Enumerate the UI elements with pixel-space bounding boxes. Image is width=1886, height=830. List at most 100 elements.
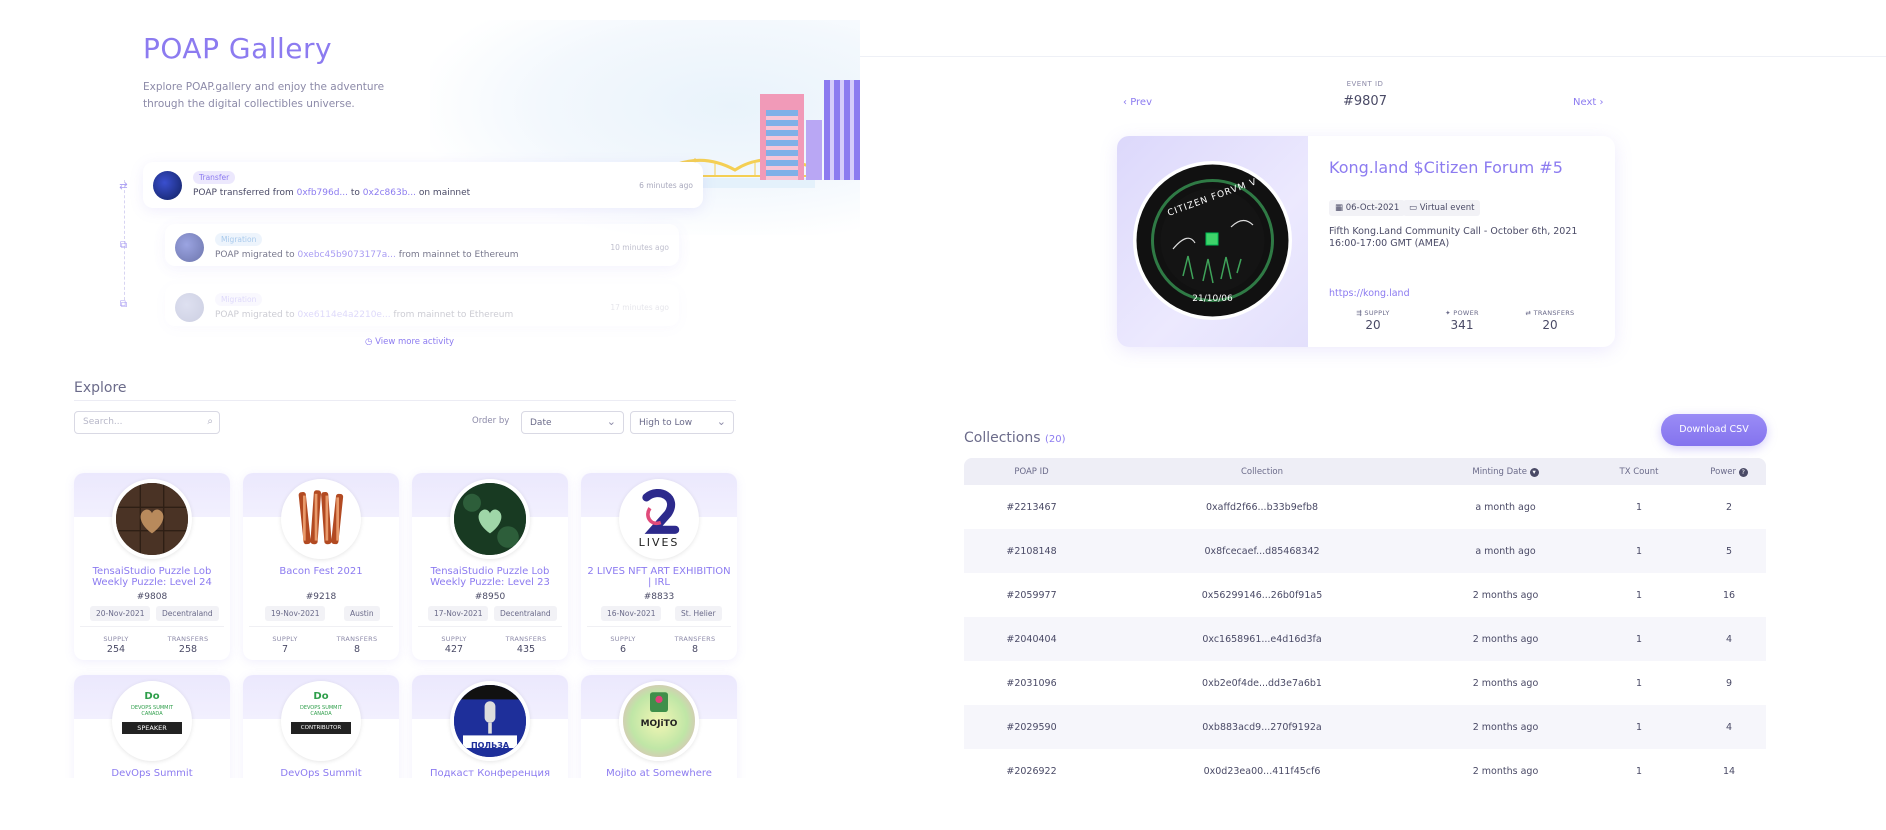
event-id: #9807 xyxy=(1343,94,1387,109)
power-cell: 4 xyxy=(1725,721,1733,733)
poap-name[interactable]: TensaiStudio Puzzle Lob Weekly Puzzle: L… xyxy=(418,566,562,588)
poap-image: Do DEVOPS SUMMIT CANADA CONTRIBUTOR xyxy=(281,681,361,761)
view-more-activity-link[interactable]: ◷ View more activity xyxy=(365,337,454,347)
poap-id-cell[interactable]: #2026922 xyxy=(964,766,1099,777)
poap-card[interactable]: LIVES 2 LIVES NFT ART EXHIBITION | IRL #… xyxy=(581,473,737,660)
activity-text: POAP migrated to 0xebc45b9073177a... fro… xyxy=(215,250,519,260)
poap-name[interactable]: Подкаст Конференция xyxy=(418,768,562,778)
activity-item[interactable]: Migration POAP migrated to 0xe6114e4a221… xyxy=(165,284,679,326)
chevron-right-icon: › xyxy=(1599,97,1604,108)
prev-event-button[interactable]: ‹ Prev xyxy=(1123,97,1152,108)
poap-card[interactable]: TensaiStudio Puzzle Lob Weekly Puzzle: L… xyxy=(74,473,230,660)
table-row[interactable]: #2108148 0x8fcecaef...d85468342 a month ag… xyxy=(964,529,1766,573)
poap-id-cell[interactable]: #2029590 xyxy=(964,722,1099,733)
poap-card[interactable]: TensaiStudio Puzzle Lob Weekly Puzzle: L… xyxy=(412,473,568,660)
order-field-select[interactable]: Date ⌄ xyxy=(521,411,624,434)
column-header-power[interactable]: Power ? xyxy=(1692,467,1766,477)
address-link[interactable]: 0x2c863b... xyxy=(363,188,416,198)
poap-image: LIVES xyxy=(619,479,699,559)
column-header-minting-date[interactable]: Minting Date ▾ xyxy=(1425,467,1586,477)
poap-name[interactable]: Mojito at Somewhere xyxy=(587,768,731,778)
badge-date: 21/10/06 xyxy=(1192,294,1233,304)
poap-card[interactable]: MOJiTO Mojito at Somewhere xyxy=(581,675,737,778)
laptop-icon: ▭ xyxy=(1409,203,1418,213)
collection-cell[interactable]: 0xaffd2f66...b33b9efb8 xyxy=(1099,502,1425,513)
date-chip: 17-Nov-2021 xyxy=(428,606,489,621)
poap-card[interactable]: Do DEVOPS SUMMIT CANADA SPEAKER DevOps S… xyxy=(74,675,230,778)
table-row[interactable]: #2031096 0xb2e0f4de...dd3e7a6b1 2 months a… xyxy=(964,661,1766,705)
poap-card[interactable]: Do DEVOPS SUMMIT CANADA CONTRIBUTOR DevO… xyxy=(243,675,399,778)
power-cell: 5 xyxy=(1725,545,1733,557)
column-header-poap-id[interactable]: POAP ID xyxy=(964,467,1099,477)
activity-item[interactable]: Migration POAP migrated to 0xebc45b90731… xyxy=(165,224,679,266)
event-date-chip: ▦ 06-Oct-2021 xyxy=(1329,200,1406,216)
table-row[interactable]: #2029590 0xb883acd9...270f9192a 2 months a… xyxy=(964,705,1766,749)
supply-label: SUPPLY xyxy=(272,635,298,643)
supply-label: ⇶ SUPPLY xyxy=(1356,309,1390,317)
poap-card[interactable]: ПОЛЬЗА Подкаст Конференция xyxy=(412,675,568,778)
address-link[interactable]: 0xe6114e4a2210e... xyxy=(298,310,391,320)
table-row[interactable]: #2040404 0xc1658961...e4d16d3fa 2 months a… xyxy=(964,617,1766,661)
activity-item[interactable]: Transfer POAP transferred from 0xfb796d.… xyxy=(143,162,703,208)
transfers-value: 20 xyxy=(1542,318,1558,332)
collection-cell[interactable]: 0x8fcecaef...d85468342 xyxy=(1099,546,1425,557)
city-illustration xyxy=(760,80,860,180)
collection-cell[interactable]: 0xb2e0f4de...dd3e7a6b1 xyxy=(1099,678,1425,689)
table-row[interactable]: #2026922 0x0d23ea00...411f45cf6 2 months a… xyxy=(964,749,1766,778)
power-cell: 14 xyxy=(1722,765,1736,777)
migration-icon: ⧉ xyxy=(119,240,128,251)
location-chip: St. Helier xyxy=(675,606,722,621)
poap-id: #8833 xyxy=(643,592,675,602)
tx-count-cell: 1 xyxy=(1635,545,1643,557)
activity-tag: Migration xyxy=(215,293,263,306)
collection-cell[interactable]: 0xb883acd9...270f9192a xyxy=(1099,722,1425,733)
activity-time: 17 minutes ago xyxy=(610,303,669,312)
poap-id-cell[interactable]: #2040404 xyxy=(964,634,1099,645)
collection-cell[interactable]: 0xc1658961...e4d16d3fa xyxy=(1099,634,1425,645)
transfers-value: 8 xyxy=(353,644,361,655)
collections-count: (20) xyxy=(1045,434,1066,445)
collection-cell[interactable]: 0x0d23ea00...411f45cf6 xyxy=(1099,766,1425,777)
poap-id-cell[interactable]: #2031096 xyxy=(964,678,1099,689)
table-row[interactable]: #2213467 0xaffd2f66...b33b9efb8 a month ag… xyxy=(964,485,1766,529)
collection-cell[interactable]: 0x56299146...26b0f91a5 xyxy=(1099,590,1425,601)
address-link[interactable]: 0xebc45b9073177a... xyxy=(298,250,396,260)
tx-count-cell: 1 xyxy=(1635,589,1643,601)
poap-name[interactable]: TensaiStudio Puzzle Lob Weekly Puzzle: L… xyxy=(80,566,224,588)
minting-date-cell: 2 months ago xyxy=(1472,633,1539,645)
tx-count-cell: 1 xyxy=(1635,765,1643,777)
address-link[interactable]: 0xfb796d... xyxy=(297,188,348,198)
sort-down-icon: ▾ xyxy=(1529,467,1539,477)
divider xyxy=(860,56,1886,57)
poap-id-cell[interactable]: #2108148 xyxy=(964,546,1099,557)
poap-name[interactable]: DevOps Summit xyxy=(249,768,393,778)
poap-avatar xyxy=(175,233,204,262)
transfers-value: 258 xyxy=(178,644,198,655)
poap-id-cell[interactable]: #2059977 xyxy=(964,590,1099,601)
tx-count-cell: 1 xyxy=(1635,721,1643,733)
search-input[interactable]: Search... ⌕ xyxy=(74,411,220,434)
location-chip: Decentraland xyxy=(494,606,557,621)
column-header-collection[interactable]: Collection xyxy=(1099,467,1425,477)
next-event-button[interactable]: Next › xyxy=(1573,97,1603,108)
poap-image: ПОЛЬЗА xyxy=(450,681,530,761)
poap-name[interactable]: Bacon Fest 2021 xyxy=(249,566,393,577)
tx-count-cell: 1 xyxy=(1635,633,1643,645)
poap-id-cell[interactable]: #2213467 xyxy=(964,502,1099,513)
table-row[interactable]: #2059977 0x56299146...26b0f91a5 2 months a… xyxy=(964,573,1766,617)
poap-name[interactable]: DevOps Summit xyxy=(80,768,224,778)
download-csv-button[interactable]: Download CSV xyxy=(1661,414,1767,446)
poap-name[interactable]: 2 LIVES NFT ART EXHIBITION | IRL xyxy=(587,566,731,588)
poap-image: MOJiTO xyxy=(619,681,699,761)
event-description: Fifth Kong.Land Community Call - October… xyxy=(1329,226,1578,249)
poap-card[interactable]: Bacon Fest 2021 #9218 19-Nov-2021 Austin… xyxy=(243,473,399,660)
event-url-link[interactable]: https://kong.land xyxy=(1329,288,1410,299)
event-badge-panel: CITIZEN FORVM V 21/10/06 xyxy=(1117,136,1308,347)
power-label: ✦ POWER xyxy=(1445,309,1479,317)
calendar-icon: ▦ xyxy=(1335,203,1344,213)
poap-avatar xyxy=(153,171,182,200)
column-header-tx-count[interactable]: TX Count xyxy=(1586,467,1692,477)
table-header: POAP ID Collection Minting Date ▾ TX Cou… xyxy=(964,458,1766,485)
order-direction-select[interactable]: High to Low ⌄ xyxy=(630,411,734,434)
transfers-value: 8 xyxy=(691,644,699,655)
